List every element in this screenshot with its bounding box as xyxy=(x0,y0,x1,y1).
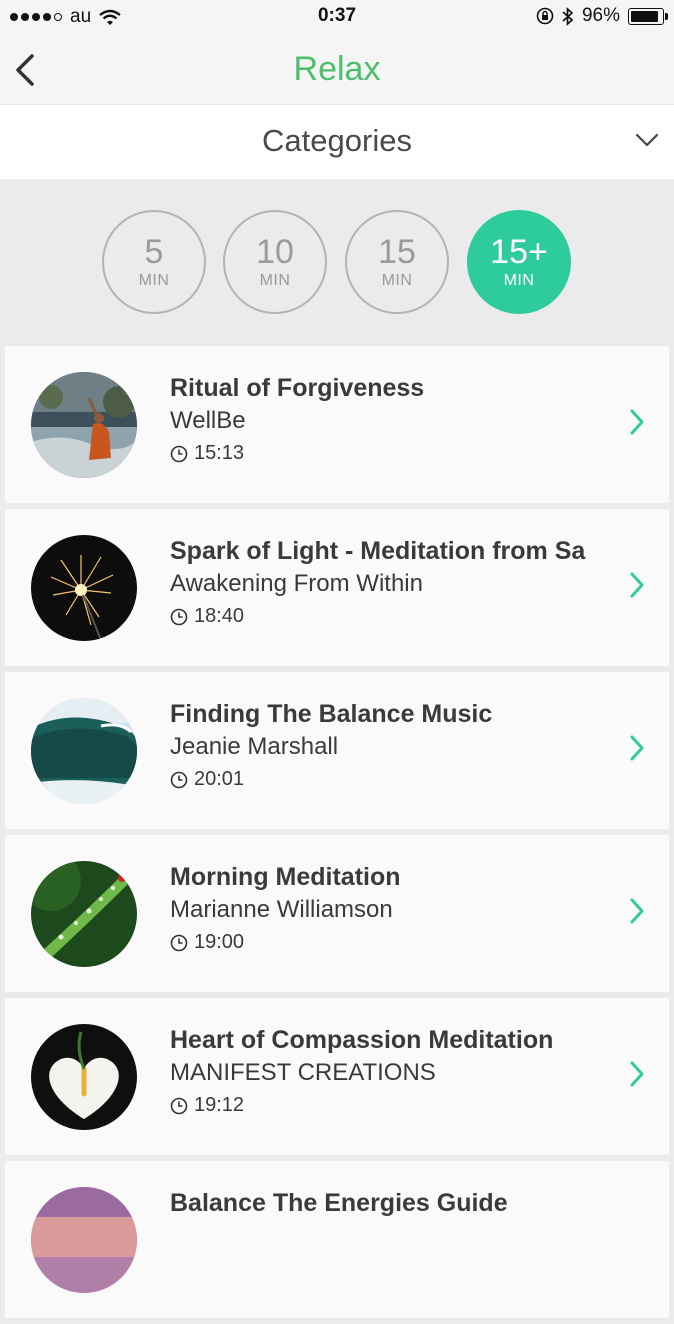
bluetooth-icon xyxy=(562,6,574,26)
duration-value: 15+ xyxy=(490,233,548,271)
track-duration: 19:12 xyxy=(170,1094,244,1117)
status-right: 96% xyxy=(536,5,668,27)
duration-filter-10[interactable]: 10 MIN xyxy=(223,210,327,314)
track-title: Spark of Light - Meditation from Sa xyxy=(170,537,586,565)
track-duration-text: 19:12 xyxy=(194,1094,245,1116)
track-thumbnail-monk xyxy=(31,372,137,478)
track-item[interactable]: Spark of Light - Meditation from Sa Awak… xyxy=(5,509,669,666)
duration-unit: MIN xyxy=(381,272,413,289)
duration-filter-5[interactable]: 5 MIN xyxy=(102,210,206,314)
track-duration: 19:00 xyxy=(170,931,244,954)
battery-level xyxy=(631,10,658,22)
track-item[interactable]: Ritual of Forgiveness WellBe 15:13 xyxy=(5,346,669,503)
duration-unit: MIN xyxy=(138,272,170,289)
duration-filter: 5 MIN 10 MIN 15 MIN 15+ MIN xyxy=(0,179,674,345)
track-thumbnail-grass xyxy=(31,861,137,967)
track-item[interactable]: Balance The Energies Guide xyxy=(5,1161,669,1318)
duration-value: 10 xyxy=(256,233,294,271)
track-author: MANIFEST CREATIONS xyxy=(170,1059,436,1086)
categories-dropdown[interactable]: Categories xyxy=(0,104,674,180)
track-author: Jeanie Marshall xyxy=(170,733,339,760)
track-title: Balance The Energies Guide xyxy=(170,1189,508,1217)
track-author: Awakening From Within xyxy=(170,570,423,597)
track-title: Heart of Compassion Meditation xyxy=(170,1026,554,1054)
chevron-right-icon xyxy=(630,409,644,435)
nav-bar: Relax xyxy=(0,36,674,104)
page-title: Relax xyxy=(293,50,381,88)
track-title: Finding The Balance Music xyxy=(170,700,493,728)
clock-icon xyxy=(170,1097,188,1114)
track-duration-text: 20:01 xyxy=(194,768,245,790)
track-author: WellBe xyxy=(170,407,246,434)
status-bar: au 0:37 96% xyxy=(0,0,674,36)
track-duration-text: 15:13 xyxy=(194,442,245,464)
battery-percent: 96% xyxy=(581,5,620,26)
duration-value: 5 xyxy=(144,233,164,271)
clock-icon xyxy=(170,445,188,462)
clock-icon xyxy=(170,771,188,788)
track-duration: 20:01 xyxy=(170,768,244,791)
track-item[interactable]: Morning Meditation Marianne Williamson 1… xyxy=(5,835,669,992)
chevron-right-icon xyxy=(630,572,644,598)
categories-label: Categories xyxy=(262,123,412,158)
duration-unit: MIN xyxy=(259,272,291,289)
track-title: Morning Meditation xyxy=(170,863,401,891)
track-duration: 18:40 xyxy=(170,605,244,628)
duration-filter-15-plus[interactable]: 15+ MIN xyxy=(467,210,571,314)
chevron-right-icon xyxy=(630,735,644,761)
track-author: Marianne Williamson xyxy=(170,896,393,923)
battery-icon xyxy=(628,7,668,25)
track-thumbnail-sunset xyxy=(31,1187,137,1293)
orientation-lock-icon xyxy=(536,7,554,25)
track-title: Ritual of Forgiveness xyxy=(170,374,425,402)
track-duration-text: 18:40 xyxy=(194,605,245,627)
track-duration: 15:13 xyxy=(170,442,244,465)
duration-filter-15[interactable]: 15 MIN xyxy=(345,210,449,314)
clock-icon xyxy=(170,608,188,625)
chevron-down-icon xyxy=(635,133,659,147)
track-duration-text: 19:00 xyxy=(194,931,245,953)
chevron-right-icon xyxy=(630,898,644,924)
duration-unit: MIN xyxy=(503,272,535,289)
track-thumbnail-sparkler xyxy=(31,535,137,641)
duration-value: 15 xyxy=(378,233,416,271)
track-item[interactable]: Heart of Compassion Meditation MANIFEST … xyxy=(5,998,669,1155)
track-item[interactable]: Finding The Balance Music Jeanie Marshal… xyxy=(5,672,669,829)
track-thumbnail-wave xyxy=(31,698,137,804)
chevron-right-icon xyxy=(630,1061,644,1087)
track-list: Ritual of Forgiveness WellBe 15:13 Spark… xyxy=(5,346,669,1324)
clock-icon xyxy=(170,934,188,951)
track-thumbnail-lily xyxy=(31,1024,137,1130)
